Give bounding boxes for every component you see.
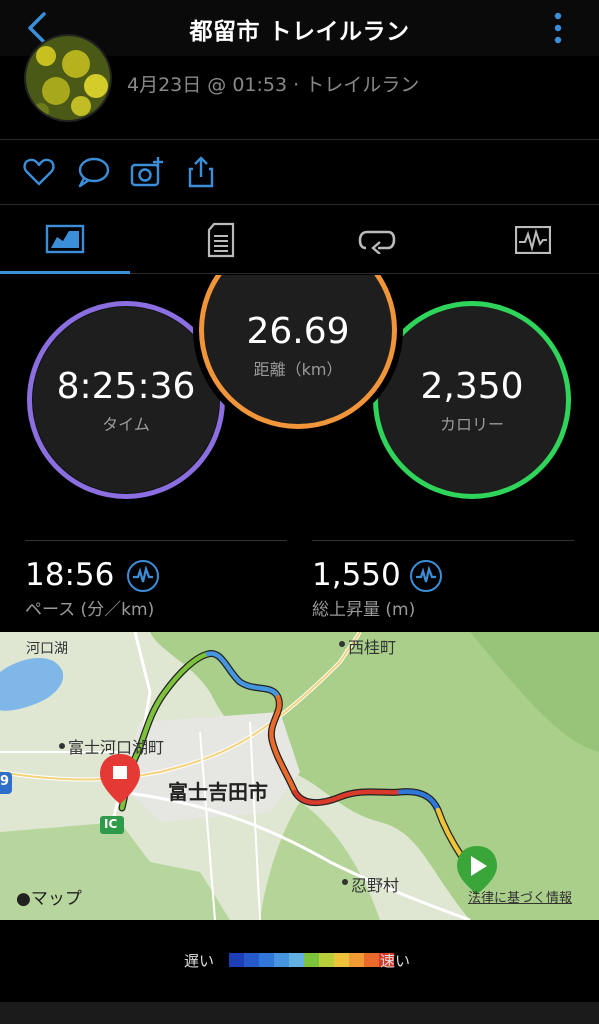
- legend-swatch: [334, 953, 349, 967]
- details-tab-icon: [207, 222, 235, 258]
- map-label-lake: 河口湖: [26, 641, 68, 657]
- time-stat: 8:25:36 タイム: [27, 301, 225, 499]
- chart-tab-icon: [515, 226, 551, 254]
- calories-value: 2,350: [420, 365, 524, 407]
- map-legal-link[interactable]: 法律に基づく情報: [468, 887, 572, 906]
- pace-value: 18:56: [25, 557, 115, 593]
- tab-bar: [0, 206, 599, 274]
- activity-photo[interactable]: [24, 34, 112, 122]
- legend-swatch: [229, 953, 244, 967]
- laps-tab-icon: [358, 230, 396, 254]
- speed-legend: 遅い 速い: [0, 920, 599, 1002]
- legend-swatch: [364, 953, 379, 967]
- map-label-town2: 西桂町: [348, 638, 397, 657]
- time-label: タイム: [102, 414, 150, 434]
- elevation-label: 総上昇量 (m): [312, 600, 416, 620]
- heart-icon[interactable]: [22, 155, 56, 189]
- legend-swatch: [289, 953, 304, 967]
- legend-swatch: [244, 953, 259, 967]
- legend-fast-label: 速い: [380, 952, 411, 970]
- map-ic-label: IC: [104, 817, 118, 831]
- pace-chart-icon[interactable]: [127, 560, 159, 592]
- bottom-bar: [0, 1002, 599, 1024]
- stats-panel: 8:25:36 タイム 2,350 カロリー 26.69 距離（km）: [0, 275, 599, 525]
- share-icon[interactable]: [184, 155, 218, 189]
- legend-swatch: [319, 953, 334, 967]
- legend-slow-label: 遅い: [184, 952, 215, 970]
- map-route-number: 9: [0, 774, 10, 789]
- legend-swatch: [349, 953, 364, 967]
- route-map[interactable]: 河口湖 西桂町 富士河口湖町 富士吉田市 忍野村 IC 9 ●マップ 法律に基づ…: [0, 632, 599, 920]
- distance-stat: 26.69 距離（km）: [199, 275, 397, 429]
- add-photo-icon[interactable]: [130, 155, 164, 189]
- distance-value: 26.69: [246, 310, 350, 352]
- time-value: 8:25:36: [56, 365, 196, 407]
- action-bar: [0, 141, 599, 205]
- tab-stats[interactable]: [0, 206, 130, 274]
- legend-swatch: [259, 953, 274, 967]
- map-canvas: [0, 632, 599, 920]
- elevation-value: 1,550: [312, 557, 401, 593]
- activity-summary: 4月23日 @ 01:53 · トレイルラン: [0, 34, 599, 140]
- map-brand: ●マップ: [16, 889, 82, 909]
- calories-label: カロリー: [439, 414, 504, 434]
- tab-laps[interactable]: [312, 206, 442, 274]
- tab-details[interactable]: [156, 206, 286, 274]
- map-label-town1: 富士河口湖町: [68, 738, 165, 757]
- legend-color-scale: [229, 953, 394, 967]
- pace-metric: 18:56 ペース (分／km): [25, 540, 287, 620]
- legend-swatch: [304, 953, 319, 967]
- elevation-metric: 1,550 総上昇量 (m): [312, 540, 574, 620]
- tab-charts[interactable]: [468, 206, 598, 274]
- comment-icon[interactable]: [76, 155, 110, 189]
- apple-logo-icon: ●: [16, 889, 31, 909]
- more-icon[interactable]: [553, 10, 563, 46]
- distance-label: 距離（km）: [253, 359, 343, 379]
- map-label-city: 富士吉田市: [168, 780, 268, 804]
- activity-subtitle: 4月23日 @ 01:53 · トレイルラン: [127, 74, 420, 96]
- elevation-chart-icon[interactable]: [410, 560, 442, 592]
- stats-tab-icon: [45, 224, 85, 253]
- legend-swatch: [274, 953, 289, 967]
- map-label-village: 忍野村: [351, 876, 400, 895]
- pace-label: ペース (分／km): [25, 600, 155, 620]
- calories-stat: 2,350 カロリー: [373, 301, 571, 499]
